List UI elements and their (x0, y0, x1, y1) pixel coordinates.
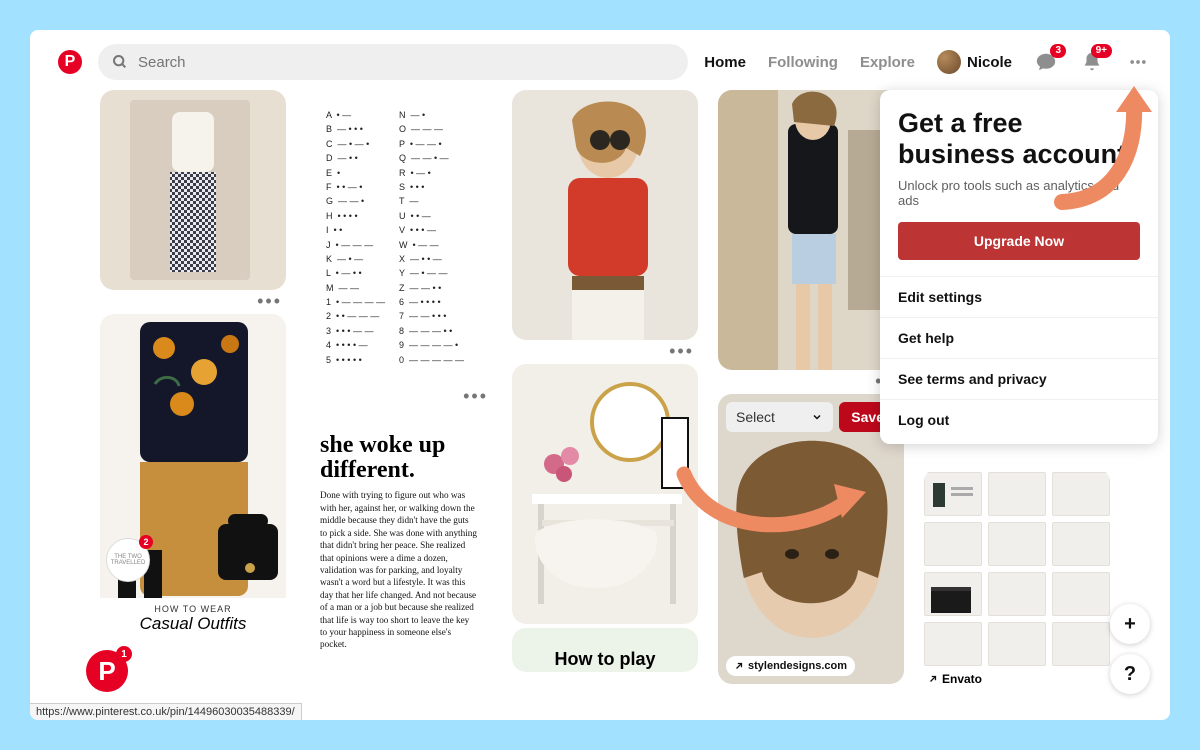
add-fab[interactable]: + (1110, 604, 1150, 644)
profile-link[interactable]: Nicole (937, 50, 1012, 74)
pin-caption-big: Casual Outfits (100, 614, 286, 634)
menu-terms-privacy[interactable]: See terms and privacy (880, 358, 1158, 399)
pin-street-style[interactable] (718, 90, 904, 370)
quote-body: Done with trying to figure out who was w… (320, 489, 478, 650)
pin-outfit-mirror[interactable] (100, 90, 286, 290)
more-menu-button[interactable] (1126, 50, 1150, 74)
annotation-arrow-save (670, 460, 870, 550)
badge-count: 2 (139, 535, 153, 549)
pin-quote-text[interactable]: she woke up different. Done with trying … (306, 409, 492, 665)
nav-explore[interactable]: Explore (860, 54, 915, 71)
pin-more-icon[interactable]: ••• (463, 391, 488, 401)
pin-more-icon[interactable]: ••• (257, 296, 282, 306)
pin-more-icon[interactable]: ••• (669, 346, 694, 356)
top-nav: Home Following Explore Nicole 3 9+ (704, 50, 1150, 74)
arrow-up-right-icon (928, 674, 938, 684)
pin-how-to-play[interactable]: How to play (512, 628, 698, 672)
pin-caption-small: HOW TO WEAR (100, 604, 286, 614)
avatar (937, 50, 961, 74)
pin-morse-code[interactable]: A • —N — •B — • • •O — — —C — • — •P • —… (306, 90, 492, 385)
more-icon (1128, 52, 1148, 72)
messages-badge: 3 (1050, 44, 1066, 58)
pinterest-logo[interactable]: P (58, 50, 82, 74)
upgrade-button[interactable]: Upgrade Now (898, 222, 1140, 260)
notifications-badge: 9+ (1091, 44, 1112, 58)
arrow-up-right-icon (734, 661, 744, 671)
float-badge: 1 (116, 646, 132, 662)
annotation-arrow-top (1044, 82, 1154, 212)
menu-edit-settings[interactable]: Edit settings (880, 276, 1158, 317)
search-box[interactable] (98, 44, 688, 80)
status-bar-url: https://www.pinterest.co.uk/pin/14496030… (30, 703, 302, 720)
pin-red-top[interactable] (512, 90, 698, 340)
notifications-button[interactable]: 9+ (1080, 50, 1104, 74)
menu-get-help[interactable]: Get help (880, 317, 1158, 358)
chevron-down-icon (811, 411, 823, 423)
badge-two-travelled: THE TWOTRAVELLED 2 (106, 538, 150, 582)
help-fab[interactable]: ? (1110, 654, 1150, 694)
quote-heading: she woke up different. (320, 433, 478, 483)
source-link[interactable]: stylendesigns.com (726, 656, 855, 676)
nav-following[interactable]: Following (768, 54, 838, 71)
search-icon (112, 54, 128, 70)
nav-home[interactable]: Home (704, 54, 746, 71)
board-select[interactable]: Select (726, 402, 833, 432)
pin-envato-templates[interactable]: Envato (924, 468, 1110, 686)
howto-text: How to play (512, 649, 698, 670)
search-input[interactable] (138, 54, 674, 71)
pin-casual-outfits[interactable]: HOW TO WEAR Casual Outfits THE TWOTRAVEL… (100, 314, 286, 644)
board-select-label: Select (736, 409, 775, 425)
username: Nicole (967, 54, 1012, 71)
pinterest-float-icon[interactable]: P 1 (86, 650, 128, 692)
messages-button[interactable]: 3 (1034, 50, 1058, 74)
header: P Home Following Explore Nicole 3 9+ (30, 30, 1170, 90)
menu-log-out[interactable]: Log out (880, 399, 1158, 440)
envato-label: Envato (942, 672, 982, 686)
